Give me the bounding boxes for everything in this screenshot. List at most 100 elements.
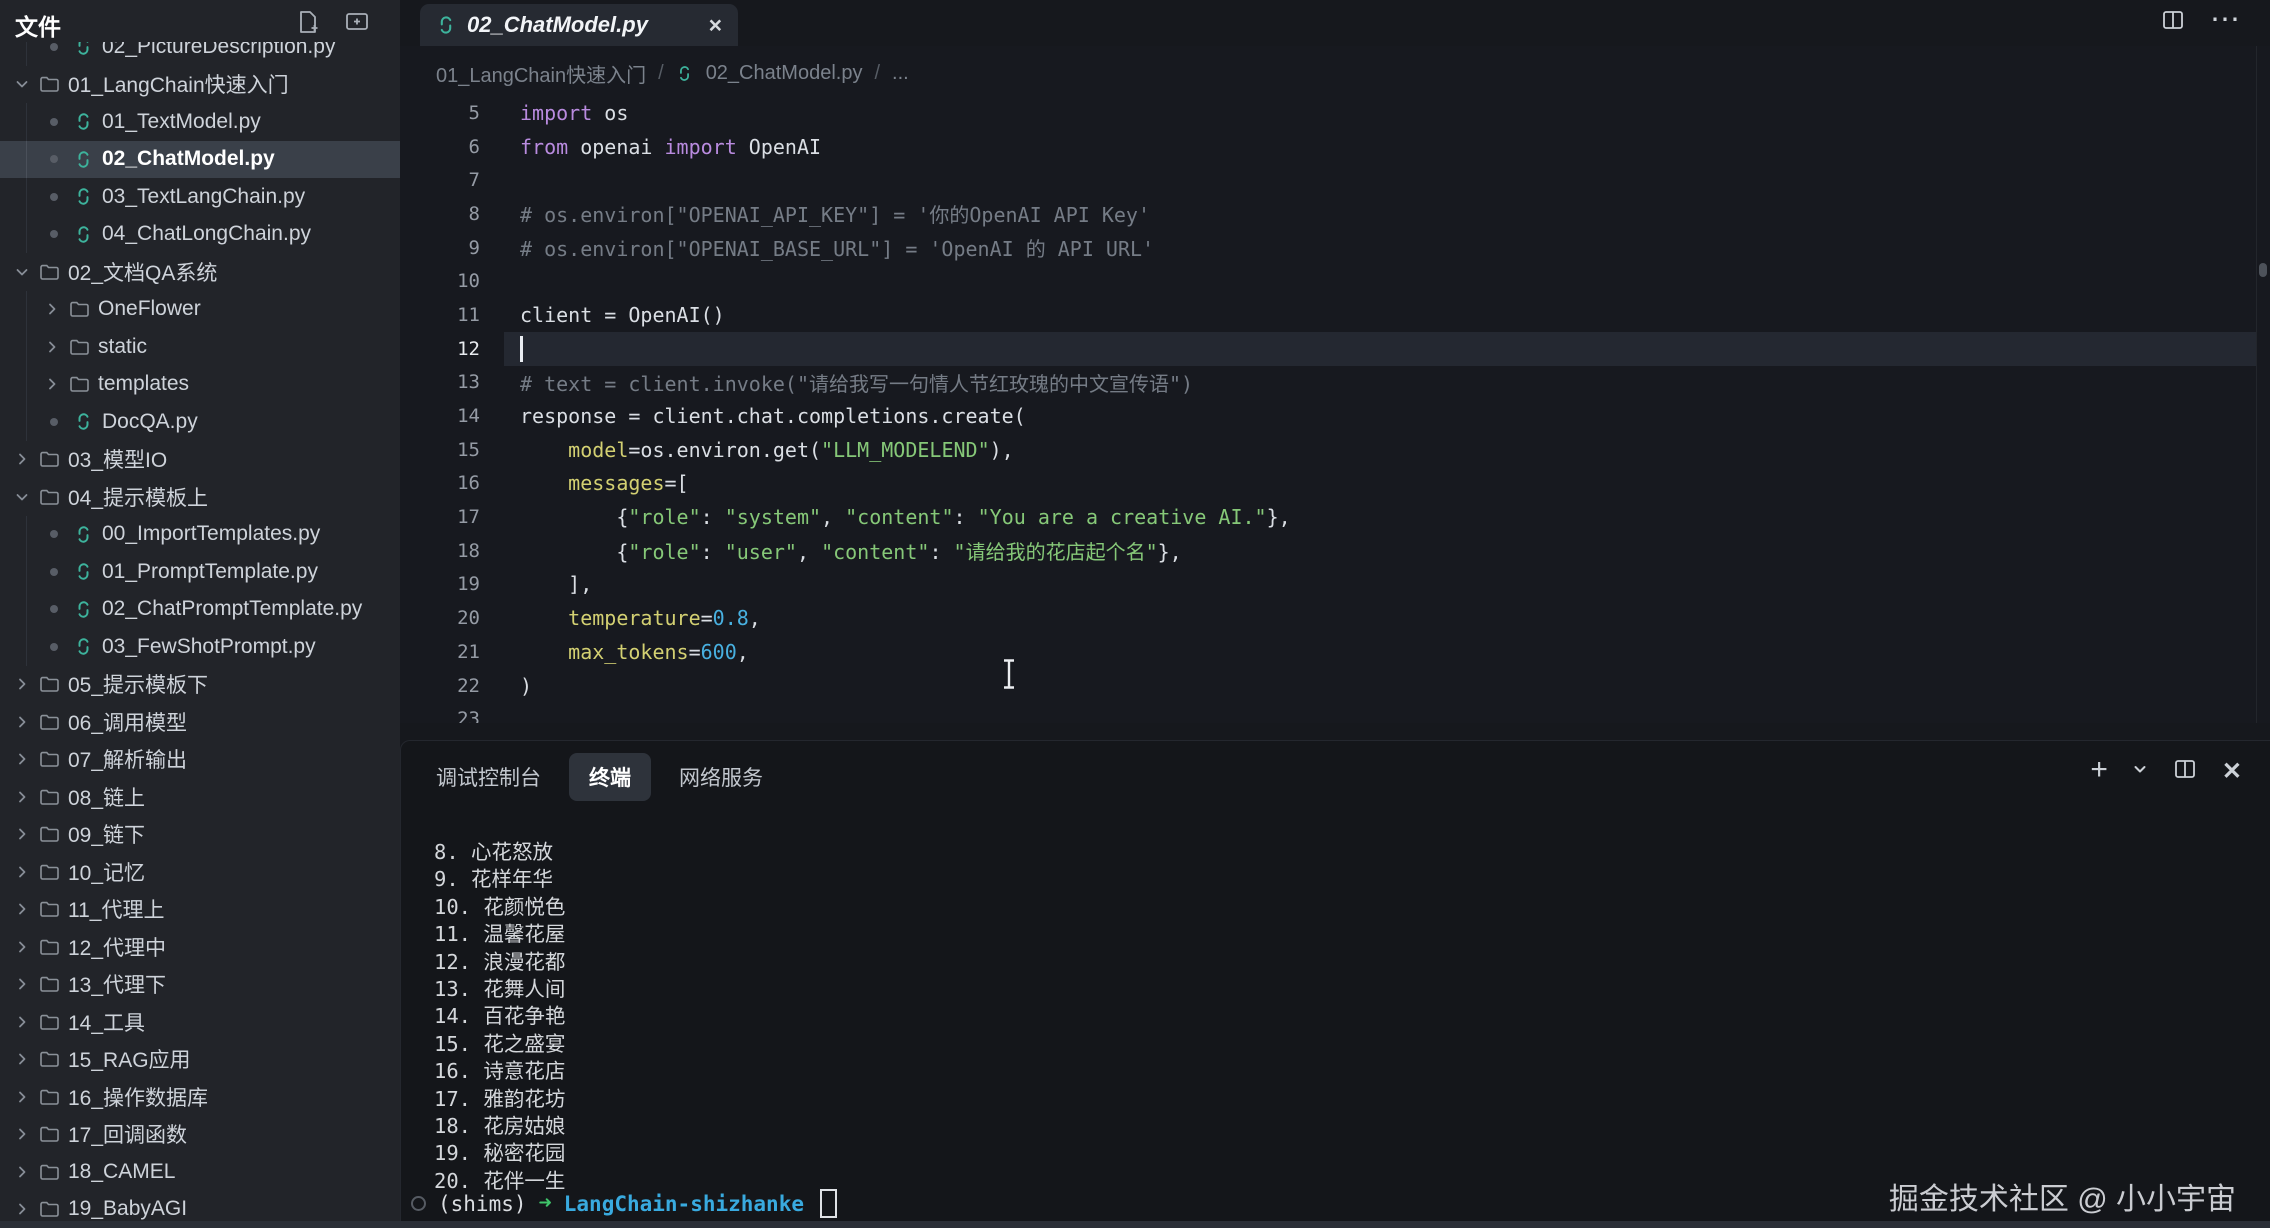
line-number[interactable]: 11 [400,304,480,326]
tree-item-folder[interactable]: templates [0,366,400,404]
line-number[interactable]: 7 [400,169,480,191]
line-number[interactable]: 22 [400,675,480,697]
prompt-cwd: LangChain-shizhanke [564,1192,804,1216]
line-number[interactable]: 23 [400,708,480,723]
terminal-prompt[interactable]: (shims) ➜ LangChain-shizhanke [411,1189,837,1218]
tree-item-folder[interactable]: 04_提示模板上 [0,478,400,516]
tree-item-folder[interactable]: 03_模型IO [0,441,400,479]
code-line[interactable]: 14response = client.chat.completions.cre… [400,399,2270,433]
line-number[interactable]: 15 [400,439,480,461]
split-editor-icon[interactable] [2160,8,2186,37]
code-line[interactable]: 12 [400,332,2270,366]
tree-item-folder[interactable]: static [0,328,400,366]
tree-item-file[interactable]: 01_PromptTemplate.py [0,553,400,591]
code-line[interactable]: 22) [400,669,2270,703]
line-number[interactable]: 14 [400,405,480,427]
tree-item-folder[interactable]: 01_LangChain快速入门 [0,66,400,104]
close-panel-icon[interactable]: ✕ [2222,757,2242,786]
code-line[interactable]: 5import os [400,96,2270,130]
file-dot-icon [50,605,58,613]
line-number[interactable]: 19 [400,573,480,595]
tree-item-folder[interactable]: 17_回调函数 [0,1116,400,1154]
code-line[interactable]: 19 ], [400,568,2270,602]
line-number[interactable]: 12 [400,338,480,360]
tree-item-file[interactable]: 02_ChatPromptTemplate.py [0,591,400,629]
code-area[interactable]: 5import os6from openai import OpenAI78# … [400,96,2270,723]
tree-item-file[interactable]: DocQA.py [0,403,400,441]
line-number[interactable]: 21 [400,641,480,663]
tree-item-file[interactable]: 04_ChatLongChain.py [0,216,400,254]
tree-item-folder[interactable]: 15_RAG应用 [0,1041,400,1079]
code-line[interactable]: 18 {"role": "user", "content": "请给我的花店起个… [400,534,2270,568]
tree-item-folder[interactable]: 18_CAMEL [0,1153,400,1191]
tree-item-folder[interactable]: 19_BabyAGI [0,1191,400,1222]
new-terminal-icon[interactable]: + [2090,755,2108,785]
code-line[interactable]: 23 [400,702,2270,723]
split-panel-icon[interactable] [2172,757,2198,786]
tree-item-folder[interactable]: 12_代理中 [0,928,400,966]
editor-tab-02-chatmodel[interactable]: 02_ChatModel.py × [420,4,738,46]
tree-item-folder[interactable]: 14_工具 [0,1003,400,1041]
tree-item-folder[interactable]: 13_代理下 [0,966,400,1004]
tree-item-folder[interactable]: 10_记忆 [0,853,400,891]
line-number[interactable]: 16 [400,472,480,494]
line-number[interactable]: 5 [400,102,480,124]
breadcrumb-more[interactable]: ... [892,62,909,85]
breadcrumb-folder[interactable]: 01_LangChain快速入门 [436,59,646,88]
code-line[interactable]: 13# text = client.invoke("请给我写一句情人节红玫瑰的中… [400,366,2270,400]
line-number[interactable]: 17 [400,506,480,528]
tree-item-folder[interactable]: 11_代理上 [0,891,400,929]
tree-item-folder[interactable]: OneFlower [0,291,400,329]
line-number[interactable]: 9 [400,237,480,259]
tree-item-folder[interactable]: 06_调用模型 [0,703,400,741]
panel-tab[interactable]: 网络服务 [677,753,765,801]
chevron-right-icon [14,899,30,919]
tree-item-file[interactable]: 03_FewShotPrompt.py [0,628,400,666]
tree-item-file[interactable]: 00_ImportTemplates.py [0,516,400,554]
terminal-output[interactable]: 8. 心花怒放9. 花样年华10. 花颜悦色11. 温馨花屋12. 浪漫花都13… [434,839,565,1195]
python-icon [73,224,93,244]
breadcrumb-file[interactable]: 02_ChatModel.py [706,62,863,85]
tree-item-folder[interactable]: 09_链下 [0,816,400,854]
line-number[interactable]: 13 [400,371,480,393]
tree-item-folder[interactable]: 05_提示模板下 [0,666,400,704]
tree-item-folder[interactable]: 07_解析输出 [0,741,400,779]
terminal-line: 16. 诗意花店 [434,1058,565,1085]
tree-item-label: 03_FewShotPrompt.py [102,635,316,659]
scrollbar-thumb[interactable] [2259,263,2267,277]
line-number[interactable]: 20 [400,607,480,629]
code-line[interactable]: 20 temperature=0.8, [400,601,2270,635]
line-number[interactable]: 8 [400,203,480,225]
line-number[interactable]: 18 [400,540,480,562]
line-number[interactable]: 10 [400,270,480,292]
code-line[interactable]: 9# os.environ["OPENAI_BASE_URL"] = 'Open… [400,231,2270,265]
code-line[interactable]: 21 max_tokens=600, [400,635,2270,669]
tab-close-icon[interactable]: × [709,14,722,37]
tree-item-file[interactable]: 01_TextModel.py [0,103,400,141]
tree-item-label: 02_文档QA系统 [68,257,217,287]
tree-item-file[interactable]: 02_ChatModel.py [0,141,400,179]
tree-item-file[interactable]: 03_TextLangChain.py [0,178,400,216]
terminal-line: 9. 花样年华 [434,866,565,893]
folder-icon [39,449,59,469]
panel-tab[interactable]: 调试控制台 [434,753,543,801]
tree-item-folder[interactable]: 16_操作数据库 [0,1078,400,1116]
code-line[interactable]: 11client = OpenAI() [400,298,2270,332]
new-file-icon[interactable] [296,9,320,40]
code-line[interactable]: 7 [400,163,2270,197]
code-line[interactable]: 17 {"role": "system", "content": "You ar… [400,500,2270,534]
panel-tab[interactable]: 终端 [569,753,651,801]
code-line[interactable]: 6from openai import OpenAI [400,130,2270,164]
tree-item-folder[interactable]: 02_文档QA系统 [0,253,400,291]
chevron-down-icon[interactable] [2132,761,2148,782]
code-text: import os [480,101,628,125]
code-line[interactable]: 10 [400,264,2270,298]
tree-item-folder[interactable]: 08_链上 [0,778,400,816]
code-line[interactable]: 15 model=os.environ.get("LLM_MODELEND"), [400,433,2270,467]
breadcrumb[interactable]: 01_LangChain快速入门 / 02_ChatModel.py / ... [436,59,909,88]
new-folder-icon[interactable] [344,9,370,38]
code-line[interactable]: 16 messages=[ [400,467,2270,501]
code-line[interactable]: 8# os.environ["OPENAI_API_KEY"] = '你的Ope… [400,197,2270,231]
line-number[interactable]: 6 [400,136,480,158]
more-actions-icon[interactable]: ⋯ [2210,2,2242,37]
